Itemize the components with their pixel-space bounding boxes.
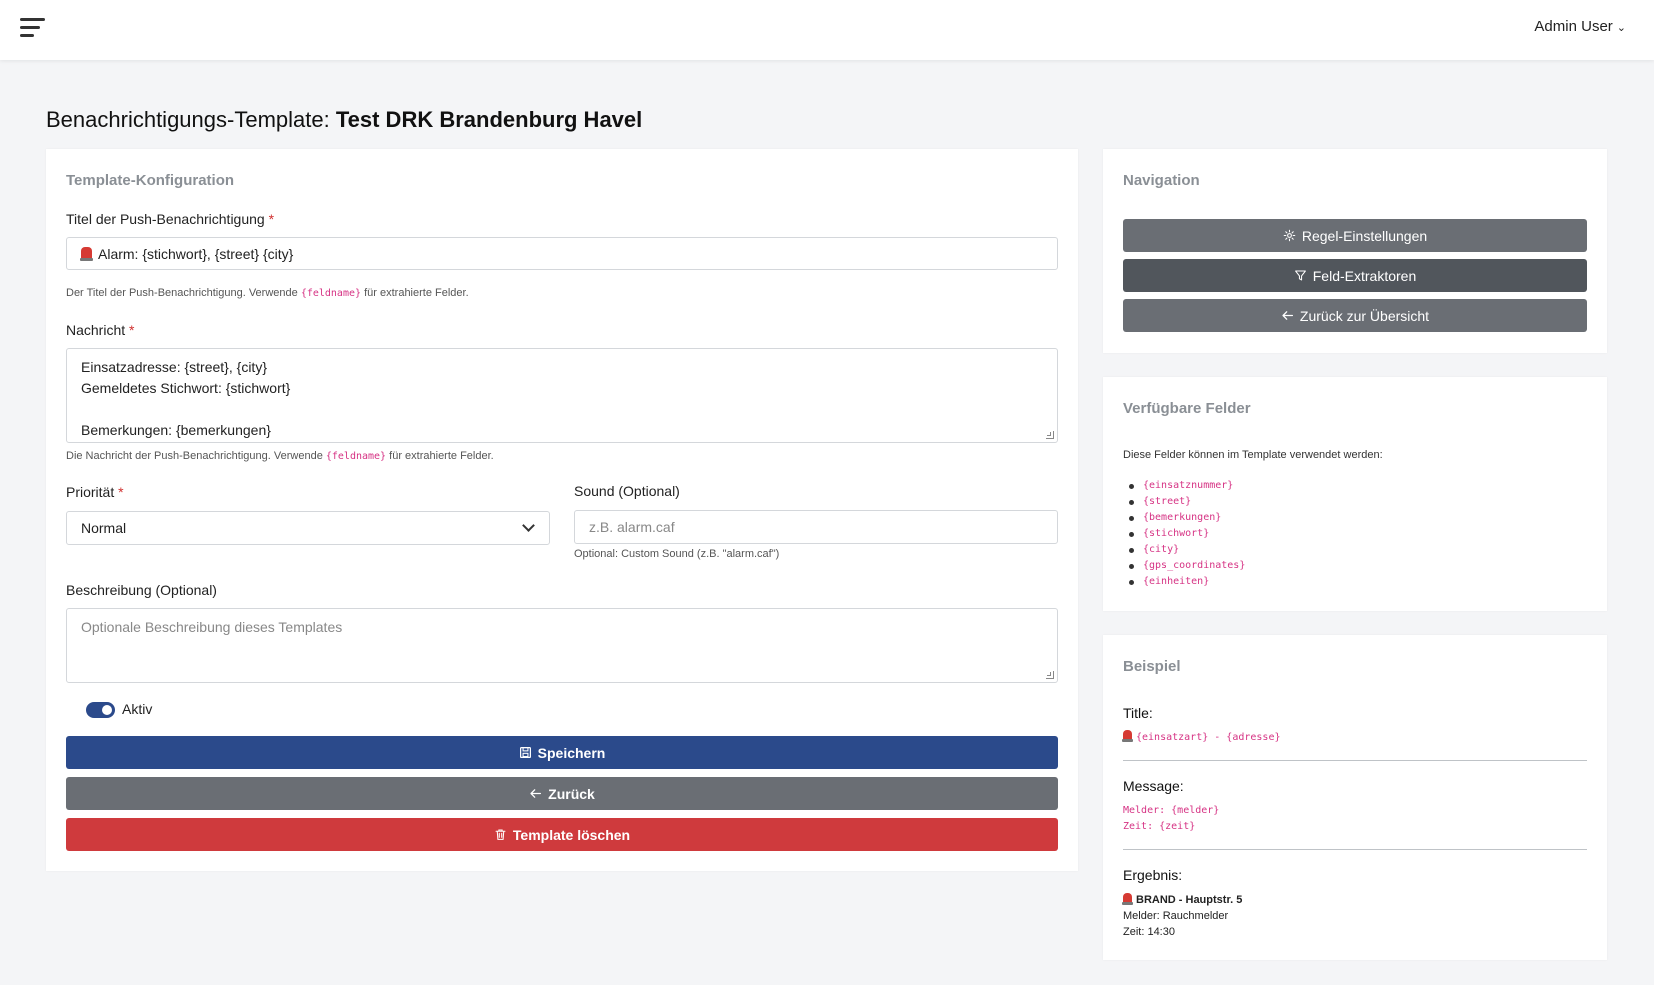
message-line: Gemeldetes Stichwort: {stichwort}	[81, 380, 291, 396]
help-code: {feldname}	[325, 451, 387, 462]
field-extractors-button[interactable]: Feld-Extraktoren	[1123, 259, 1587, 292]
rotating-light-icon	[1122, 893, 1133, 905]
trash-icon	[495, 829, 506, 840]
message-label: Nachricht *	[66, 322, 134, 338]
fields-list: {einsatznummer} {street} {bemerkungen} {…	[1128, 478, 1245, 590]
required-mark: *	[118, 484, 124, 500]
priority-label-text: Priorität	[66, 484, 115, 500]
priority-select[interactable]: Normal	[66, 511, 550, 545]
example-message-line: Zeit: {zeit}	[1123, 821, 1196, 832]
example-result-title-text: BRAND - Hauptstr. 5	[1136, 894, 1243, 906]
user-name: Admin User	[1534, 18, 1613, 35]
description-textarea[interactable]: Optionale Beschreibung dieses Templates	[66, 608, 1058, 683]
example-title-label: Title:	[1123, 705, 1153, 721]
list-item: {stichwort}	[1128, 526, 1245, 542]
message-help: Die Nachricht der Push-Benachrichtigung.…	[66, 450, 494, 462]
top-navbar: Admin User ⌄	[0, 0, 1654, 60]
rule-settings-button[interactable]: Regel-Einstellungen	[1123, 219, 1587, 252]
example-message-label: Message:	[1123, 778, 1184, 794]
delete-button-label: Template löschen	[512, 826, 631, 843]
card-title: Template-Konfiguration	[66, 172, 235, 189]
required-mark: *	[129, 322, 135, 338]
card-title: Verfügbare Felder	[1123, 400, 1251, 417]
example-message-code: Melder: {melder} Zeit: {zeit}	[1123, 803, 1219, 835]
field-extractors-label: Feld-Extraktoren	[1312, 267, 1417, 284]
list-item: {bemerkungen}	[1128, 510, 1245, 526]
back-button-label: Zurück	[548, 785, 595, 802]
example-result: BRAND - Hauptstr. 5 Melder: Rauchmelder …	[1122, 892, 1243, 940]
message-line	[81, 399, 1043, 420]
help-text: für extrahierte Felder.	[364, 287, 469, 299]
arrow-left-icon	[530, 789, 542, 798]
push-title-label: Titel der Push-Benachrichtigung *	[66, 211, 274, 227]
list-item: {gps_coordinates}	[1128, 558, 1245, 574]
sound-label: Sound (Optional)	[574, 483, 680, 499]
filter-icon	[1294, 270, 1306, 281]
message-textarea[interactable]: Einsatzadresse: {street}, {city} Gemelde…	[66, 348, 1058, 443]
help-text: Die Nachricht der Push-Benachrichtigung.…	[66, 450, 323, 462]
message-label-text: Nachricht	[66, 322, 126, 338]
sound-input[interactable]: z.B. alarm.caf	[574, 510, 1058, 544]
list-item: {city}	[1128, 542, 1245, 558]
delete-template-button[interactable]: Template löschen	[66, 818, 1058, 851]
sound-help: Optional: Custom Sound (z.B. "alarm.caf"…	[574, 548, 780, 560]
active-toggle[interactable]	[86, 702, 115, 718]
message-line: Bemerkungen: {bemerkungen}	[81, 422, 271, 438]
push-title-value: Alarm: {stichwort}, {street} {city}	[98, 245, 294, 262]
user-menu[interactable]: Admin User ⌄	[1534, 18, 1626, 35]
arrow-left-icon	[1282, 311, 1293, 320]
back-button[interactable]: Zurück	[66, 777, 1058, 810]
card-title: Beispiel	[1123, 658, 1181, 675]
navigation-card: Navigation Regel-Einstellungen Feld-Extr…	[1103, 149, 1607, 353]
help-code: {feldname}	[300, 288, 362, 299]
available-fields-card: Verfügbare Felder Diese Felder können im…	[1103, 377, 1607, 611]
save-button-label: Speichern	[537, 744, 606, 761]
help-text: Der Titel der Push-Benachrichtigung. Ver…	[66, 287, 298, 299]
list-item: {street}	[1128, 494, 1245, 510]
back-to-overview-label: Zurück zur Übersicht	[1299, 307, 1430, 324]
priority-selected-value: Normal	[81, 520, 127, 536]
page-title: Benachrichtigungs-Template: Test DRK Bra…	[46, 107, 642, 133]
chevron-down-icon: ⌄	[1616, 22, 1626, 34]
hamburger-menu-icon[interactable]	[20, 18, 45, 38]
active-label: Aktiv	[122, 701, 153, 717]
push-title-label-text: Titel der Push-Benachrichtigung	[66, 211, 265, 227]
push-title-input[interactable]: Alarm: {stichwort}, {street} {city}	[66, 237, 1058, 270]
template-config-card: Template-Konfiguration Titel der Push-Be…	[46, 149, 1078, 871]
resize-handle[interactable]	[1046, 671, 1054, 679]
list-item: {einsatznummer}	[1128, 478, 1245, 494]
message-line: Einsatzadresse: {street}, {city}	[81, 359, 267, 375]
example-message-line: Melder: {melder}	[1123, 805, 1220, 816]
description-label: Beschreibung (Optional)	[66, 582, 217, 598]
save-icon	[519, 747, 531, 758]
resize-handle[interactable]	[1046, 431, 1054, 439]
chevron-down-icon	[522, 519, 535, 532]
back-to-overview-button[interactable]: Zurück zur Übersicht	[1123, 299, 1587, 332]
page-title-prefix: Benachrichtigungs-Template:	[46, 107, 330, 132]
example-title-code: {einsatzart} - {adresse}	[1122, 730, 1281, 746]
example-result-line: Zeit: 14:30	[1123, 926, 1175, 938]
sound-placeholder: z.B. alarm.caf	[589, 519, 675, 535]
divider	[1123, 760, 1587, 761]
example-result-line: Melder: Rauchmelder	[1123, 910, 1229, 922]
divider	[1123, 849, 1587, 850]
rotating-light-icon	[80, 247, 93, 261]
fields-intro: Diese Felder können im Template verwende…	[1123, 449, 1383, 461]
example-result-title: BRAND - Hauptstr. 5	[1122, 892, 1243, 908]
rule-settings-label: Regel-Einstellungen	[1301, 227, 1428, 244]
example-result-label: Ergebnis:	[1123, 867, 1183, 883]
description-placeholder: Optionale Beschreibung dieses Templates	[81, 619, 343, 635]
gear-icon	[1283, 229, 1296, 242]
example-card: Beispiel Title: {einsatzart} - {adresse}…	[1103, 635, 1607, 960]
save-button[interactable]: Speichern	[66, 736, 1058, 769]
card-title: Navigation	[1123, 172, 1200, 189]
required-mark: *	[268, 211, 275, 227]
page-title-name: Test DRK Brandenburg Havel	[335, 107, 643, 132]
help-text: für extrahierte Felder.	[389, 450, 494, 462]
rotating-light-icon	[1122, 730, 1133, 742]
priority-label: Priorität *	[66, 484, 124, 500]
list-item: {einheiten}	[1128, 574, 1245, 590]
example-title-code-text: {einsatzart} - {adresse}	[1136, 732, 1281, 743]
push-title-help: Der Titel der Push-Benachrichtigung. Ver…	[66, 287, 469, 299]
